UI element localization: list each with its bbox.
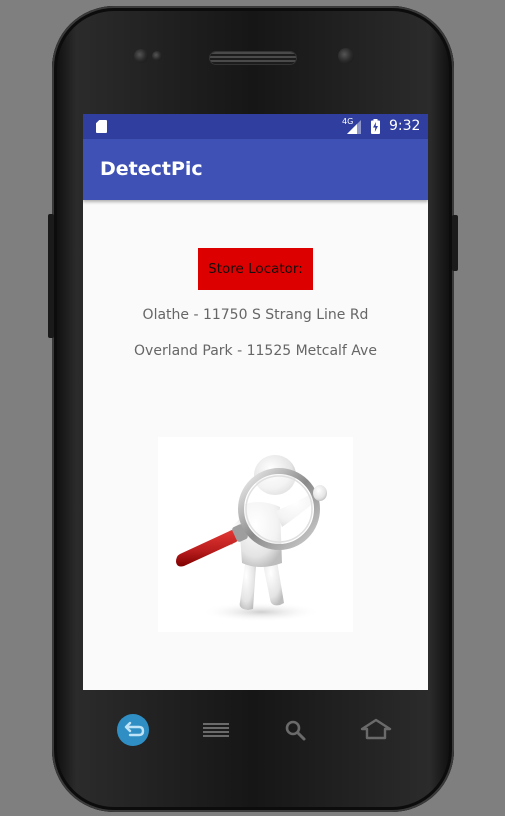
cell-signal-icon	[347, 120, 361, 134]
magnifying-glass-person-icon	[176, 455, 327, 622]
volume-button	[48, 214, 54, 338]
menu-icon	[203, 723, 229, 737]
home-icon	[360, 718, 392, 740]
app-bar: DetectPic	[83, 139, 428, 200]
earpiece-speaker	[210, 52, 296, 64]
status-bar: 4G 9:32	[83, 114, 428, 139]
location-overland-park: Overland Park - 11525 Metcalf Ave	[134, 343, 377, 359]
store-locator-button[interactable]: Store Locator:	[198, 248, 313, 290]
front-camera	[338, 48, 354, 64]
location-olathe: Olathe - 11750 S Strang Line Rd	[142, 307, 369, 323]
proximity-sensor	[134, 49, 148, 63]
screen: 4G 9:32 DetectPic Store Locator: Olathe …	[83, 114, 428, 690]
light-sensor	[152, 51, 162, 61]
app-title: DetectPic	[100, 158, 203, 180]
power-button	[452, 215, 458, 271]
search-icon	[285, 720, 306, 741]
sd-card-icon	[96, 120, 107, 133]
search-button[interactable]	[277, 712, 313, 748]
magnifying-glass-person-image	[158, 437, 353, 632]
status-clock: 9:32	[389, 118, 421, 134]
back-button[interactable]	[115, 712, 151, 748]
battery-charging-icon	[371, 119, 380, 134]
home-button[interactable]	[358, 712, 394, 748]
menu-button[interactable]	[198, 712, 234, 748]
navigation-bar	[83, 700, 428, 760]
back-icon	[117, 714, 149, 746]
